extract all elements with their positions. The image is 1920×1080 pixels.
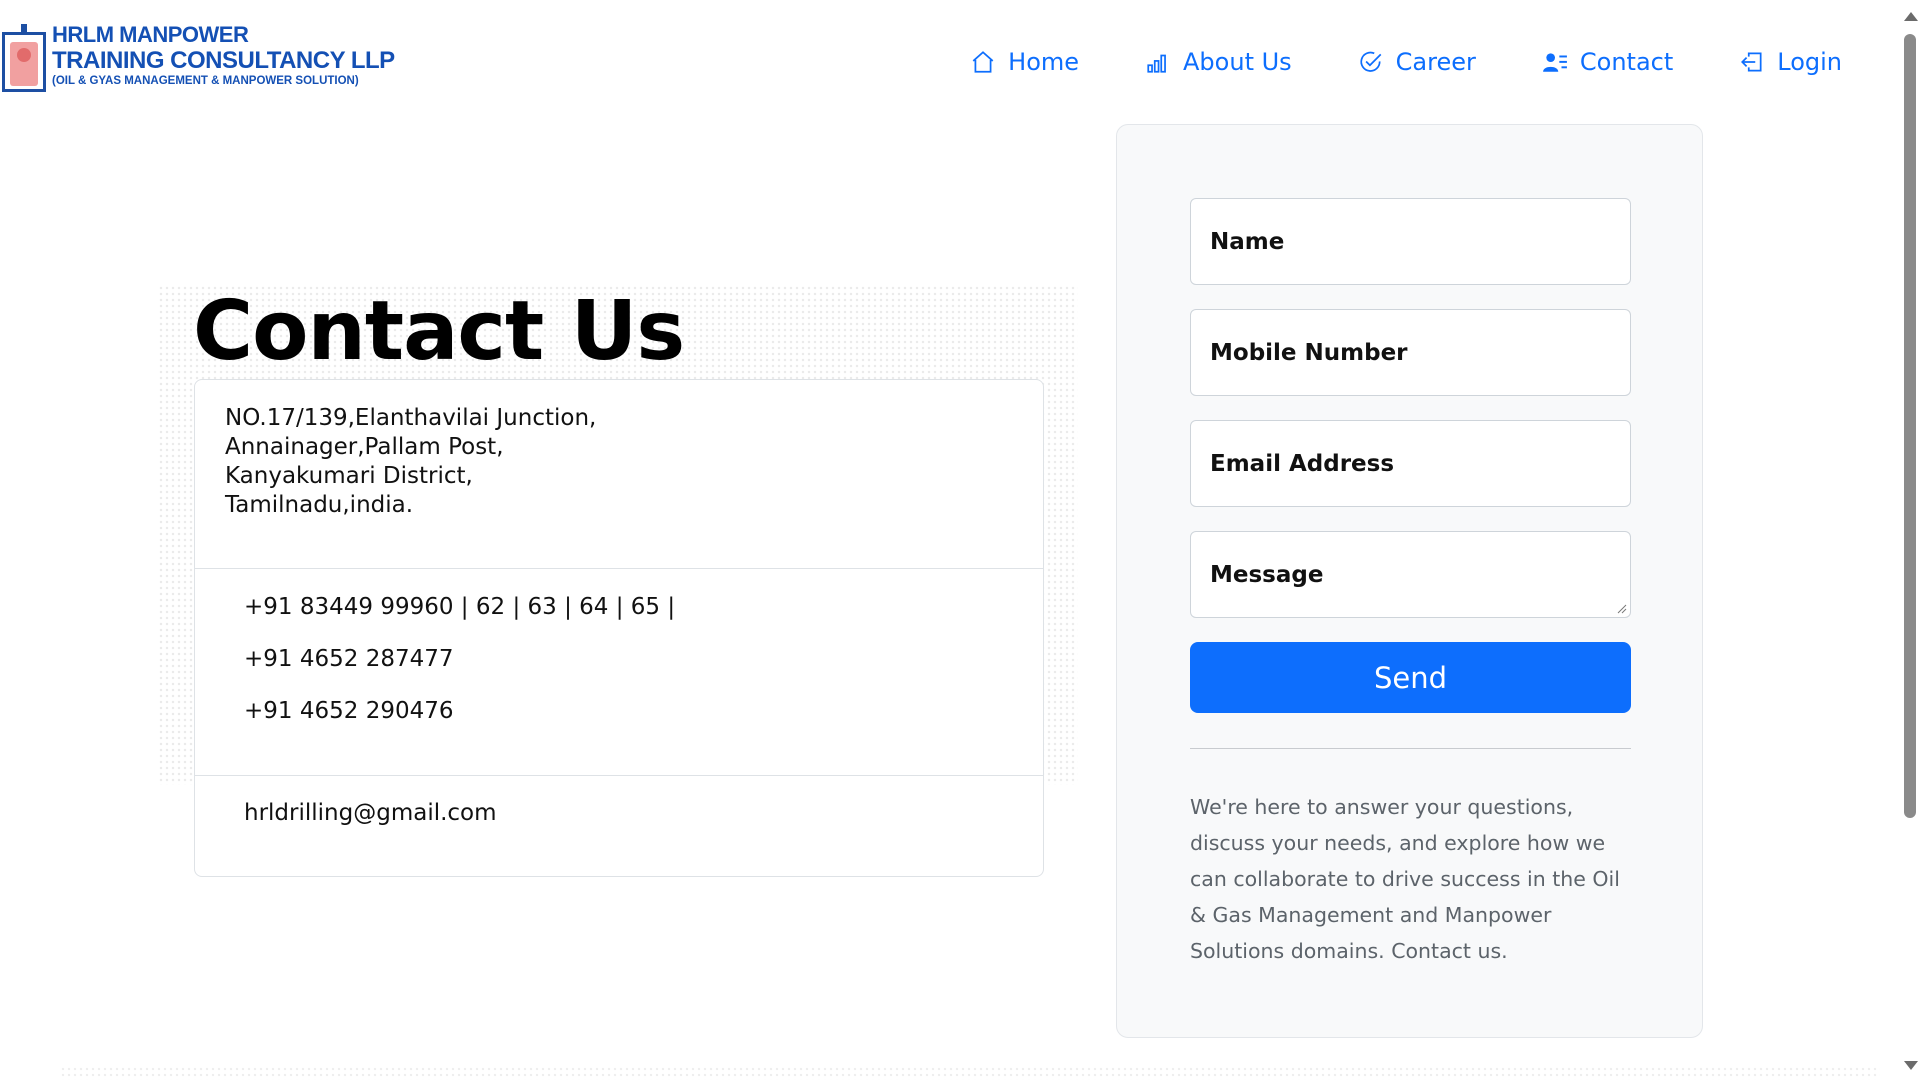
nav-home[interactable]: Home <box>970 48 1079 76</box>
brand-line-1: HRLM MANPOWER <box>52 22 249 47</box>
contact-info-card: NO.17/139,Elanthavilai Junction, Annaina… <box>194 379 1044 877</box>
send-button[interactable]: Send <box>1190 642 1631 713</box>
nav-career[interactable]: Career <box>1358 48 1476 76</box>
email-address[interactable]: hrldrilling@gmail.com <box>244 800 994 826</box>
nav-about-us-label: About Us <box>1183 48 1292 76</box>
nav-contact[interactable]: Contact <box>1542 48 1673 76</box>
contact-form-panel: Name Mobile Number Email Address Message… <box>1116 124 1703 1038</box>
phone-number[interactable]: +91 4652 290476 <box>244 697 994 726</box>
brand-name: HRLM MANPOWER TRAINING CONSULTANCY LLP (… <box>52 24 395 88</box>
phones-section: +91 83449 99960 | 62 | 63 | 64 | 65 | +9… <box>195 569 1043 776</box>
address-line: Kanyakumari District, <box>225 463 473 489</box>
resize-handle-icon[interactable] <box>1615 602 1627 614</box>
scroll-up-arrow-icon[interactable] <box>1904 12 1918 21</box>
name-input[interactable]: Name <box>1190 198 1631 285</box>
brand-line-2: TRAINING CONSULTANCY LLP <box>52 47 395 74</box>
world-map-background-bottom <box>60 1066 1880 1080</box>
message-textarea[interactable]: Message <box>1190 531 1631 618</box>
logo-emblem-icon <box>2 24 46 92</box>
nav-about-us[interactable]: About Us <box>1145 48 1292 76</box>
form-divider <box>1190 748 1631 749</box>
address-line: Annainager,Pallam Post, <box>225 434 504 460</box>
mobile-number-input[interactable]: Mobile Number <box>1190 309 1631 396</box>
nav-home-label: Home <box>1008 48 1080 76</box>
address-line: NO.17/139,Elanthavilai Junction, <box>225 405 597 431</box>
address-line: Tamilnadu,india. <box>225 492 414 518</box>
brand-logo[interactable]: HRLM MANPOWER TRAINING CONSULTANCY LLP (… <box>2 24 395 92</box>
phone-number[interactable]: +91 4652 287477 <box>244 645 994 674</box>
site-header: HRLM MANPOWER TRAINING CONSULTANCY LLP (… <box>0 0 1900 120</box>
nav-career-label: Career <box>1395 48 1476 76</box>
main-nav: Home About Us Career Contact Login <box>904 48 1842 76</box>
nav-login[interactable]: Login <box>1739 48 1842 76</box>
home-icon <box>972 51 994 73</box>
login-icon <box>1741 52 1762 72</box>
check-circle-icon <box>1360 51 1382 72</box>
message-placeholder: Message <box>1210 561 1324 588</box>
email-address-input[interactable]: Email Address <box>1190 420 1631 507</box>
phone-number[interactable]: +91 83449 99960 | 62 | 63 | 64 | 65 | <box>244 593 994 622</box>
nav-contact-label: Contact <box>1579 48 1674 76</box>
page-scrollbar[interactable] <box>1900 0 1920 1080</box>
person-lines-icon <box>1542 53 1567 72</box>
contact-blurb: We're here to answer your questions, dis… <box>1190 795 1620 963</box>
brand-tagline: (OIL & GYAS MANAGEMENT & MANPOWER SOLUTI… <box>52 75 359 87</box>
bar-chart-icon <box>1147 54 1166 73</box>
address-section: NO.17/139,Elanthavilai Junction, Annaina… <box>195 380 1043 569</box>
page-title: Contact Us <box>193 284 685 379</box>
scroll-down-arrow-icon[interactable] <box>1904 1061 1918 1070</box>
nav-login-label: Login <box>1777 48 1842 76</box>
scroll-thumb[interactable] <box>1904 34 1916 818</box>
email-section: hrldrilling@gmail.com <box>195 776 1043 850</box>
